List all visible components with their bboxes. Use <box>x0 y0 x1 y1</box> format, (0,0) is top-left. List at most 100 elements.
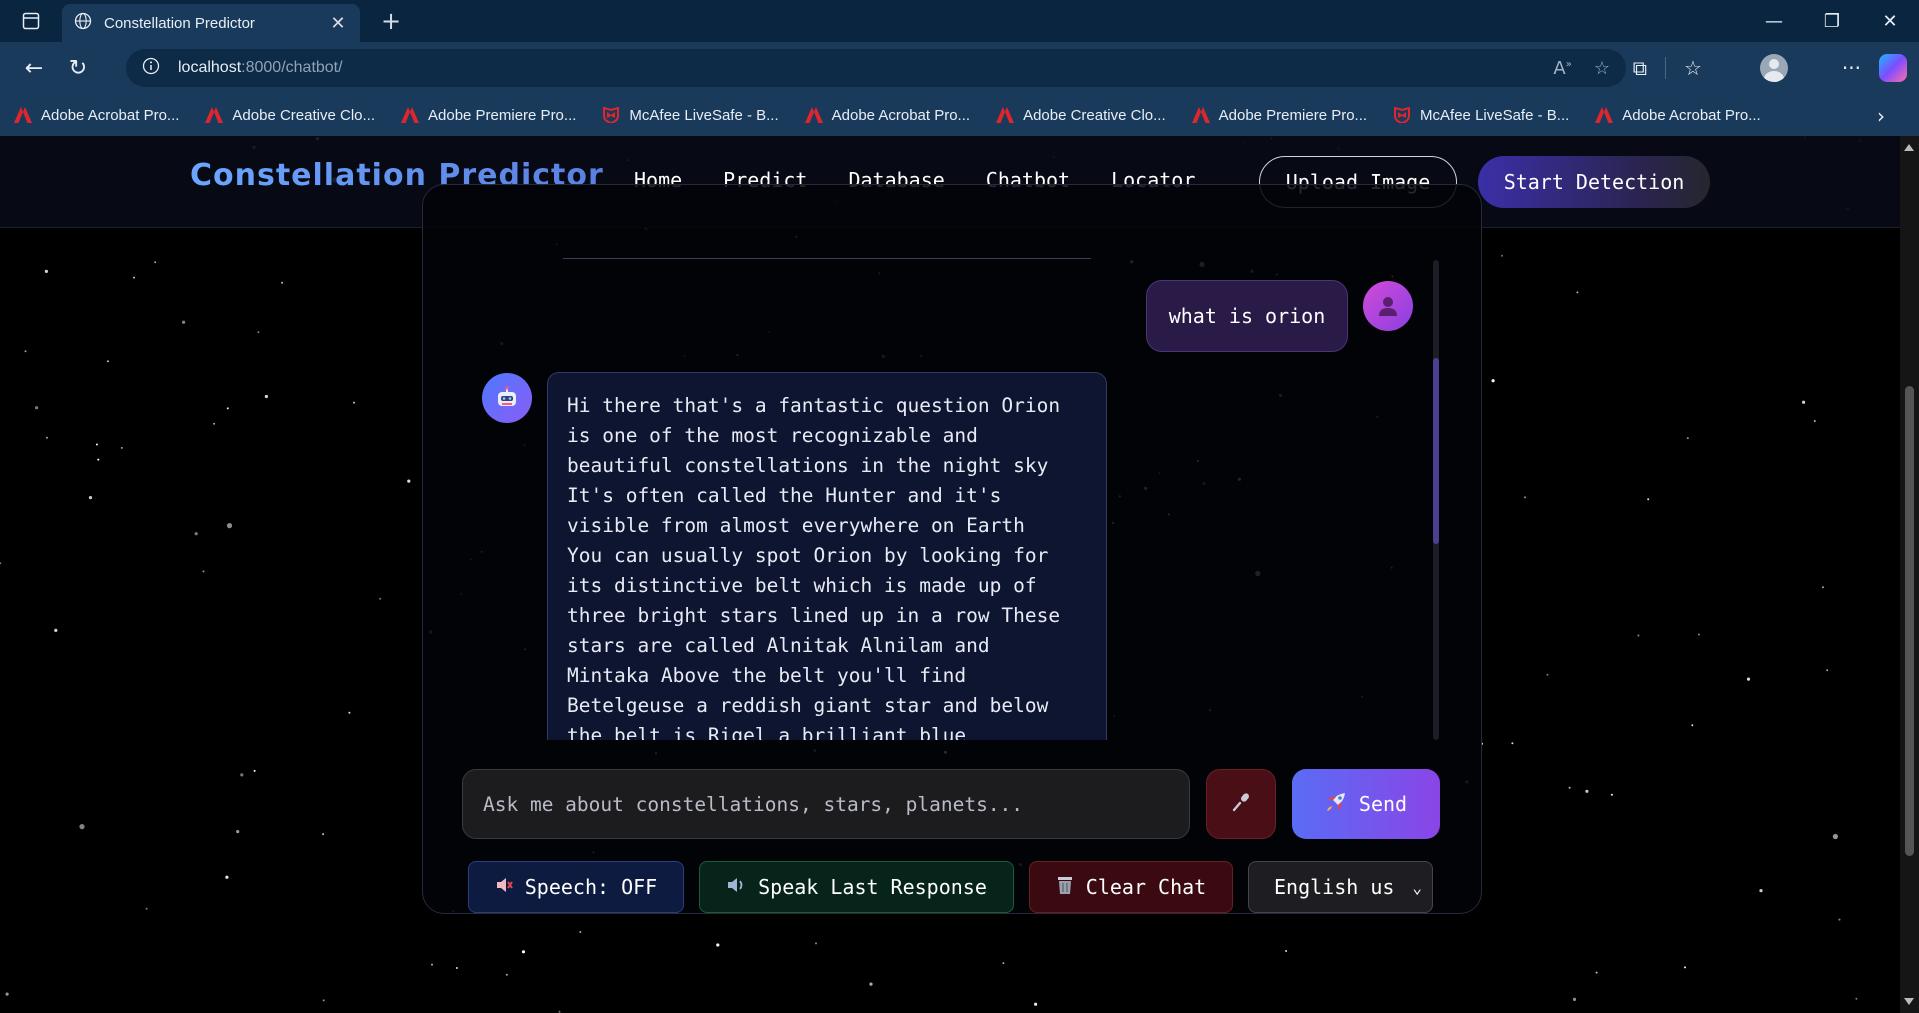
bot-message-line: Mintaka Above the belt you'll find <box>567 664 967 687</box>
bookmark-label: Adobe Acrobat Pro... <box>831 106 971 124</box>
site-info-icon[interactable] <box>142 57 160 79</box>
bookmark-label: Adobe Creative Clo... <box>1023 106 1166 124</box>
bookmark-label: Adobe Premiere Pro... <box>428 106 577 124</box>
microphone-button[interactable] <box>1206 769 1276 839</box>
scroll-up-icon[interactable] <box>1904 144 1914 151</box>
bot-message-viewport: Hi there that's a fantastic question Ori… <box>547 372 1107 740</box>
profile-avatar[interactable] <box>1759 54 1788 82</box>
mcafee-icon <box>1393 106 1411 125</box>
speaker-muted-icon <box>495 875 513 899</box>
favorites-icon[interactable]: ☆ <box>1684 56 1702 80</box>
toolbar-separator <box>1664 57 1666 79</box>
send-button[interactable]: Send <box>1292 769 1440 839</box>
bookmark-label: Adobe Acrobat Pro... <box>41 106 180 124</box>
tab-title: Constellation Predictor <box>104 14 255 32</box>
bot-message-line: beautiful constellations in the night sk… <box>567 454 1049 477</box>
more-menu-icon[interactable]: ··· <box>1842 56 1861 80</box>
bot-message-line: Hi there that's a fantastic question Ori… <box>567 394 1061 417</box>
adobe-icon <box>804 107 823 123</box>
window-close-icon[interactable]: ✕ <box>1861 0 1919 42</box>
window-controls: — ❐ ✕ <box>1745 0 1919 42</box>
new-tab-icon[interactable]: + <box>376 7 406 35</box>
bot-message-line: Betelgeuse a reddish giant star and belo… <box>567 694 1049 717</box>
globe-icon <box>74 12 92 34</box>
bookmark-label: McAfee LiveSafe - B... <box>629 106 779 124</box>
user-message-bubble: what is orion <box>1146 280 1348 352</box>
speech-toggle-button[interactable]: Speech: OFF <box>468 861 684 913</box>
adobe-icon <box>205 107 224 123</box>
chat-scrollbar[interactable] <box>1433 260 1439 740</box>
bookmark-item[interactable]: Adobe Acrobat Pro... <box>1595 106 1761 124</box>
bot-message-line: its distinctive belt which is made up of <box>567 574 1037 597</box>
microphone-icon <box>1230 791 1252 817</box>
chat-input-wrapper <box>462 769 1190 839</box>
bookmark-item[interactable]: Adobe Creative Clo... <box>996 107 1166 124</box>
toolbar-actions: ⧉ ☆ ··· <box>1633 42 1907 94</box>
bookmark-item[interactable]: Adobe Acrobat Pro... <box>14 107 179 124</box>
language-select[interactable]: English us ⌄ <box>1248 861 1433 913</box>
chevron-right-icon[interactable]: › <box>1877 104 1885 128</box>
clear-chat-label: Clear Chat <box>1085 875 1207 899</box>
adobe-icon <box>1595 107 1614 123</box>
rocket-icon <box>1325 791 1347 818</box>
trash-icon <box>1056 875 1074 900</box>
bookmark-label: Adobe Creative Clo... <box>232 106 375 124</box>
speak-last-response-button[interactable]: Speak Last Response <box>699 861 1014 913</box>
bookmark-item[interactable]: Adobe Premiere Pro... <box>1191 106 1368 124</box>
chevron-down-icon: ⌄ <box>1412 877 1422 897</box>
bookmark-label: Adobe Premiere Pro... <box>1218 106 1368 124</box>
bookmark-item[interactable]: Adobe Creative Clo... <box>205 107 375 124</box>
page-viewport: Constellation Predictor Home Predict Dat… <box>0 136 1919 1013</box>
tab-actions-icon[interactable] <box>16 6 46 36</box>
url-host: localhost <box>178 59 242 76</box>
clear-chat-button[interactable]: Clear Chat <box>1029 861 1233 913</box>
chat-scrollbar-thumb[interactable] <box>1433 358 1439 544</box>
bot-message-line: the belt is Rigel a brilliant blue <box>567 724 967 740</box>
copilot-icon[interactable] <box>1879 54 1907 82</box>
bot-avatar-icon <box>482 373 532 423</box>
browser-titlebar: Constellation Predictor ✕ + — ❐ ✕ <box>0 0 1919 42</box>
minimize-icon[interactable]: — <box>1745 0 1803 42</box>
refresh-icon[interactable]: ↻ <box>60 50 96 86</box>
bookmark-item[interactable]: McAfee LiveSafe - B... <box>1393 106 1570 125</box>
restore-icon[interactable]: ❐ <box>1803 0 1861 42</box>
user-avatar-icon <box>1363 281 1413 331</box>
speech-toggle-label: Speech: OFF <box>524 875 658 899</box>
bot-message-line: You can usually spot Orion by looking fo… <box>567 544 1049 567</box>
page-scrollbar-thumb[interactable] <box>1905 386 1914 856</box>
adobe-icon <box>14 107 32 123</box>
bookmark-item[interactable]: Adobe Premiere Pro... <box>401 107 576 124</box>
bot-message-bubble: Hi there that's a fantastic question Ori… <box>547 372 1107 740</box>
tab-close-icon[interactable]: ✕ <box>328 13 348 34</box>
address-bar[interactable]: localhost:8000/chatbot/ A» ☆ <box>126 49 1626 87</box>
browser-toolbar: ← ↻ localhost:8000/chatbot/ A» ☆ ⧉ ☆ ··· <box>0 42 1919 94</box>
bot-message-line: It's often called the Hunter and it's <box>567 484 1002 507</box>
speak-last-response-label: Speak Last Response <box>758 875 987 899</box>
read-aloud-icon[interactable]: A» <box>1553 58 1571 79</box>
favorite-star-icon[interactable]: ☆ <box>1594 58 1610 79</box>
url-path: :8000/chatbot/ <box>241 59 343 76</box>
chat-input[interactable] <box>483 792 1189 816</box>
page-scrollbar[interactable] <box>1900 136 1919 1013</box>
bookmark-item[interactable]: Adobe Acrobat Pro... <box>804 106 971 124</box>
bookmark-item[interactable]: McAfee LiveSafe - B... <box>602 106 779 125</box>
adobe-icon <box>996 107 1015 123</box>
adobe-icon <box>1191 107 1210 123</box>
speaker-icon <box>726 875 746 899</box>
bookmark-label: Adobe Acrobat Pro... <box>1622 106 1761 124</box>
send-label: Send <box>1358 792 1408 816</box>
scroll-down-icon[interactable] <box>1904 998 1914 1005</box>
bookmarks-bar: Adobe Acrobat Pro... Adobe Creative Clo.… <box>0 94 1919 136</box>
url-text: localhost:8000/chatbot/ <box>178 59 343 77</box>
bot-message-line: visible from almost everywhere on Earth <box>567 514 1025 537</box>
address-actions: A» ☆ <box>1553 49 1610 87</box>
bot-message-line: three bright stars lined up in a row The… <box>567 604 1061 627</box>
bot-message-line: stars are called Alnitak Alnilam and <box>567 634 990 657</box>
browser-tab-active[interactable]: Constellation Predictor ✕ <box>62 4 360 42</box>
mcafee-icon <box>602 106 620 125</box>
extensions-icon[interactable]: ⧉ <box>1633 56 1647 80</box>
chat-divider <box>563 258 1091 259</box>
start-detection-button[interactable]: Start Detection <box>1478 156 1710 208</box>
bookmark-label: McAfee LiveSafe - B... <box>1420 106 1570 124</box>
back-icon[interactable]: ← <box>16 50 52 86</box>
